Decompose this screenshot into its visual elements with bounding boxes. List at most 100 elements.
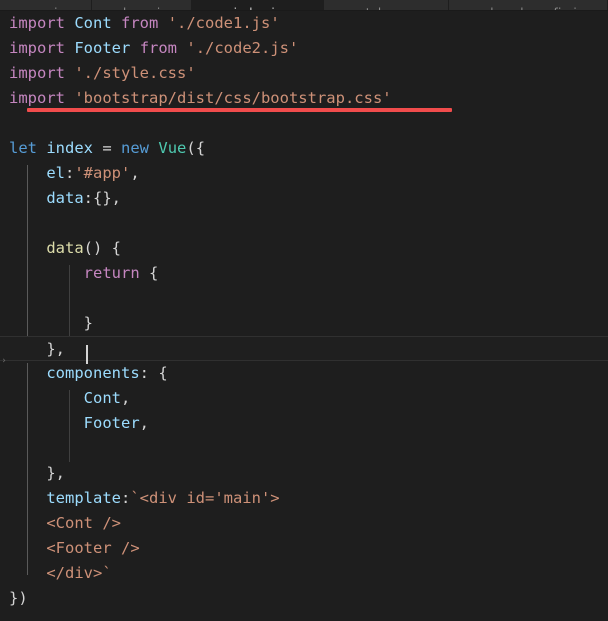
code-token: '#app' [74,164,131,182]
code-line[interactable]: import './style.css' [0,61,608,86]
code-token: Footer [74,39,131,57]
code-token: </div>` [46,564,112,582]
code-line[interactable] [0,286,608,311]
code-token: './code1.js' [167,14,280,32]
editor-tab-label: package.json [101,7,182,10]
editor-surface[interactable]: import Cont from './code1.js' import Foot… [0,11,608,621]
code-token: : { [139,364,168,382]
code-line[interactable]: <Footer /> [0,536,608,561]
code-token: data [46,239,84,257]
code-line[interactable]: } [0,311,608,336]
code-line[interactable] [0,436,608,461]
code-token: } [9,314,93,332]
code-token: `<div id='main'> [130,489,280,507]
code-line[interactable]: import Cont from './code1.js' [0,11,608,36]
editor-tab-label: webpack.config.js [473,7,584,10]
code-token: template [46,489,121,507]
code-token: { [139,264,159,282]
code-token: , [139,414,149,432]
editor-tab-index-js[interactable]: index.js [192,0,324,10]
code-token: import [9,14,65,32]
code-token: el [46,164,65,182]
code-token: import [9,89,65,107]
error-underline [27,108,452,112]
code-token: <Cont /> [46,514,121,532]
editor-tab-package-json[interactable]: package.json [92,0,192,10]
code-token: import [9,64,65,82]
editor-tab-app-js[interactable]: app.js [0,0,92,10]
code-token: Footer [83,414,140,432]
code-line[interactable]: </div>` [0,561,608,586]
code-line[interactable]: data:{}, [0,186,608,211]
code-lines[interactable]: import Cont from './code1.js' import Foot… [0,11,608,611]
code-line[interactable]: Cont, [0,386,608,411]
code-token: Vue [158,139,187,157]
editor-tab-style-css[interactable]: style.css [324,0,449,10]
code-token: data [46,189,84,207]
code-token: = [93,139,122,157]
code-token: return [83,264,140,282]
text-caret [86,345,88,364]
code-line[interactable] [0,211,608,236]
code-token: :{}, [83,189,121,207]
code-line[interactable]: data() { [0,236,608,261]
code-line[interactable]: let index = new Vue({ [0,136,608,161]
code-line[interactable]: }, [0,336,608,361]
editor-tab-label: style.css [359,7,413,10]
fold-marker-icon[interactable]: › [0,350,8,373]
code-token: Cont [83,389,121,407]
code-token: : [120,489,131,507]
code-token: () { [83,239,121,257]
code-token: 'bootstrap/dist/css/bootstrap.css' [74,89,392,107]
code-token: new [121,139,150,157]
code-line[interactable]: }) [0,586,608,611]
code-token: , [130,164,140,182]
code-line[interactable]: import Footer from './code2.js' [0,36,608,61]
code-token: './style.css' [74,64,196,82]
code-token: import [9,39,65,57]
code-token: : [65,164,75,182]
code-token: }, [9,340,65,358]
code-token: from [139,39,178,57]
code-editor-window: app.js package.json index.js style.css webpa… [0,0,608,621]
code-line[interactable]: }, [0,461,608,486]
code-line[interactable]: Footer, [0,411,608,436]
code-line[interactable] [0,111,608,136]
code-token: Cont [74,14,112,32]
code-token: }) [9,589,28,607]
code-token: from [121,14,159,32]
code-line[interactable]: <Cont /> [0,511,608,536]
editor-tab-webpack-config-js[interactable]: webpack.config.js [449,0,608,10]
code-token: , [120,389,131,407]
editor-tab-label: app.js [27,7,64,10]
editor-tab-bar: app.js package.json index.js style.css webpa… [0,0,608,11]
code-line[interactable]: template:`<div id='main'> [0,486,608,511]
editor-tab-label: index.js [234,7,282,10]
code-line[interactable]: el:'#app', [0,161,608,186]
code-token: ({ [186,139,206,157]
code-line[interactable]: components: { [0,361,608,386]
code-token: <Footer /> [46,539,140,557]
code-token: './code2.js' [186,39,299,57]
code-token: }, [9,464,65,482]
code-line[interactable]: return { [0,261,608,286]
code-token: components [46,364,140,382]
